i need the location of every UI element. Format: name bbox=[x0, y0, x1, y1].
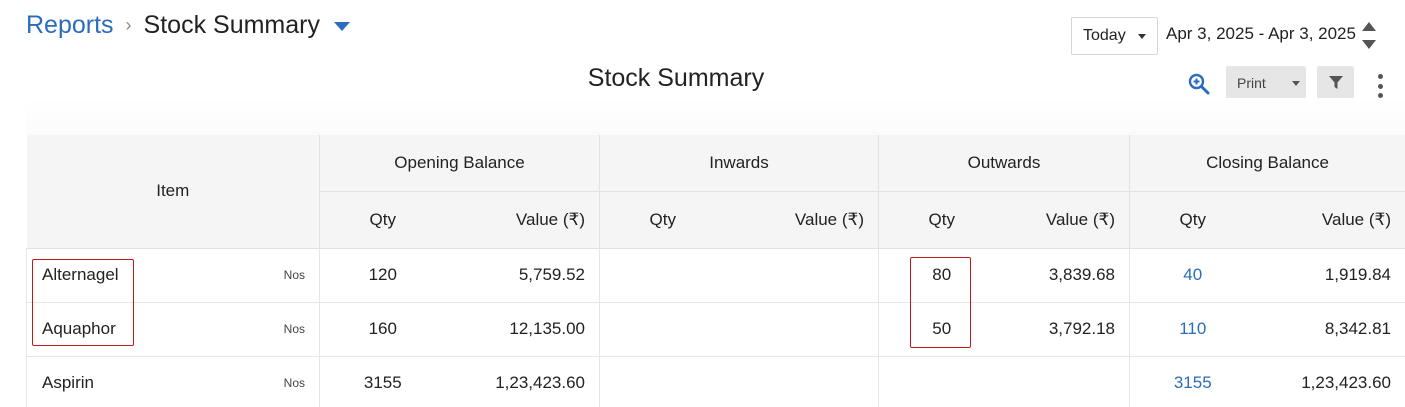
closing-qty-header[interactable]: Qty bbox=[1129, 191, 1256, 249]
item-column-header[interactable]: Item bbox=[26, 135, 320, 249]
closing-qty-link[interactable]: 110 bbox=[1129, 302, 1256, 357]
print-button[interactable]: Print bbox=[1226, 66, 1306, 100]
item-unit: Nos bbox=[283, 375, 305, 390]
date-prev-arrow-icon[interactable] bbox=[1362, 22, 1376, 31]
period-select[interactable]: Today bbox=[1071, 17, 1158, 55]
closing-value-header[interactable]: Value (₹) bbox=[1255, 191, 1405, 249]
opening-qty-cell: 120 bbox=[319, 248, 446, 303]
opening-qty-cell: 3155 bbox=[363, 373, 402, 393]
inwards-qty-cell bbox=[599, 248, 726, 303]
opening-value-cell: 1,23,423.60 bbox=[445, 356, 600, 407]
table-row[interactable]: Alternagel Nos 120 5,759.52 80 3,839.68 … bbox=[26, 248, 1405, 303]
closing-value-cell: 8,342.81 bbox=[1255, 302, 1405, 357]
print-caret-down-icon bbox=[1291, 80, 1300, 86]
more-vert-icon[interactable] bbox=[1370, 74, 1390, 98]
opening-value-header[interactable]: Value (₹) bbox=[445, 191, 600, 249]
item-cell: Aspirin Nos bbox=[26, 356, 320, 407]
caret-down-icon bbox=[1137, 33, 1146, 39]
zoom-in-icon[interactable] bbox=[1187, 72, 1211, 96]
inwards-value-header[interactable]: Value (₹) bbox=[725, 191, 879, 249]
outwards-qty-header[interactable]: Qty bbox=[878, 191, 1005, 249]
opening-value-cell: 12,135.00 bbox=[445, 302, 600, 357]
page-title: Stock Summary bbox=[143, 10, 320, 39]
period-select-value: Today bbox=[1083, 27, 1126, 44]
date-range-text[interactable]: Apr 3, 2025 - Apr 3, 2025 bbox=[1166, 24, 1356, 44]
item-cell: Alternagel Nos bbox=[26, 248, 320, 303]
filter-icon bbox=[1328, 76, 1343, 89]
closing-value-cell: 1,919.84 bbox=[1255, 248, 1405, 303]
filter-button[interactable] bbox=[1317, 66, 1354, 100]
opening-qty-cell: 160 bbox=[319, 302, 446, 357]
outwards-qty-cell bbox=[879, 356, 1005, 407]
item-unit: Nos bbox=[283, 267, 305, 282]
closing-value-cell: 1,23,423.60 bbox=[1255, 356, 1405, 407]
outwards-header: Outwards bbox=[878, 135, 1130, 192]
outwards-qty-cell: 80 bbox=[878, 248, 1005, 303]
item-name[interactable]: Aquaphor bbox=[42, 319, 116, 338]
inwards-value-cell bbox=[725, 302, 879, 357]
inwards-qty-cell bbox=[599, 302, 726, 357]
breadcrumb: Reports › Stock Summary bbox=[26, 10, 350, 40]
stock-summary-table: Item Opening Balance Inwards Outwards Cl… bbox=[26, 135, 1405, 407]
inwards-qty-header[interactable]: Qty bbox=[599, 191, 726, 249]
opening-value-cell: 5,759.52 bbox=[445, 248, 600, 303]
opening-balance-header: Opening Balance bbox=[319, 135, 600, 192]
breadcrumb-separator-icon: › bbox=[125, 14, 132, 35]
table-row[interactable]: Aspirin Nos 3155 1,23,423.60 3155 1,23,4… bbox=[26, 356, 1405, 407]
item-cell: Aquaphor Nos bbox=[26, 302, 320, 357]
report-switcher-caret-icon[interactable] bbox=[333, 21, 350, 31]
item-name[interactable]: Alternagel bbox=[42, 265, 119, 284]
outwards-value-cell bbox=[1004, 356, 1130, 407]
closing-qty-link[interactable]: 3155 bbox=[1130, 356, 1256, 407]
outwards-value-header[interactable]: Value (₹) bbox=[1004, 191, 1130, 249]
date-stepper[interactable] bbox=[1361, 22, 1377, 50]
inwards-qty-cell bbox=[600, 356, 726, 407]
opening-qty-header[interactable]: Qty bbox=[319, 191, 446, 249]
date-next-arrow-icon[interactable] bbox=[1362, 40, 1376, 49]
closing-balance-header: Closing Balance bbox=[1129, 135, 1405, 192]
item-name[interactable]: Aspirin bbox=[42, 373, 94, 392]
closing-qty-link[interactable]: 40 bbox=[1129, 248, 1256, 303]
inwards-header: Inwards bbox=[599, 135, 879, 192]
inwards-value-cell bbox=[725, 356, 879, 407]
item-unit: Nos bbox=[283, 321, 305, 336]
report-title: Stock Summary bbox=[587, 64, 765, 92]
table-row[interactable]: Aquaphor Nos 160 12,135.00 50 3,792.18 1… bbox=[26, 302, 1405, 357]
inwards-value-cell bbox=[725, 248, 879, 303]
report-panel-top bbox=[26, 98, 1405, 135]
breadcrumb-reports-link[interactable]: Reports bbox=[26, 11, 114, 40]
outwards-value-cell: 3,839.68 bbox=[1004, 248, 1130, 303]
print-button-label: Print bbox=[1237, 75, 1266, 91]
outwards-value-cell: 3,792.18 bbox=[1004, 302, 1130, 357]
outwards-qty-cell: 50 bbox=[878, 302, 1005, 357]
